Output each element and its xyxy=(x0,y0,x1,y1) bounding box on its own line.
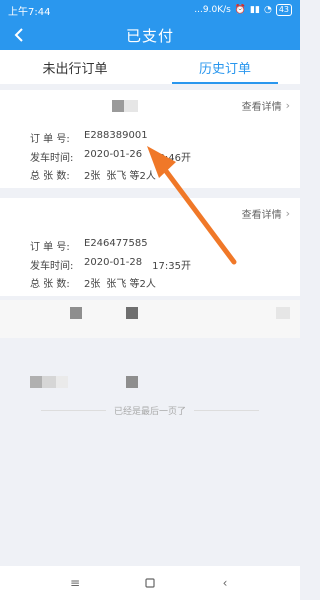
view-details-link[interactable]: 查看详情 › xyxy=(242,206,290,221)
departure-label: 发车时间: xyxy=(30,261,74,272)
order-number-label: 订 单 号: xyxy=(30,134,70,145)
blurred-region xyxy=(276,307,290,319)
blurred-region xyxy=(30,376,42,388)
wifi-icon: ◔ xyxy=(263,5,272,15)
back-arrow-icon[interactable] xyxy=(10,26,28,44)
blurred-region xyxy=(70,307,82,319)
alarm-icon: ⏰ xyxy=(234,5,247,15)
blurred-region xyxy=(42,376,56,388)
battery-icon: 43 xyxy=(275,4,292,16)
tab-history-orders[interactable]: 历史订单 xyxy=(150,50,300,84)
status-time: 上午7:44 xyxy=(8,6,51,18)
end-of-list-text: 已经是最后一页了 xyxy=(113,407,186,417)
departure-time: 17:35开 xyxy=(152,261,191,272)
order-tabs: 未出行订单 历史订单 xyxy=(0,50,300,84)
chevron-right-icon: › xyxy=(285,99,290,112)
system-nav-bar: ≡ ‹ xyxy=(0,566,300,600)
signal-icon: ▮▮ xyxy=(250,5,260,15)
blurred-region xyxy=(126,307,138,319)
page-title: 已支付 xyxy=(125,26,174,45)
divider xyxy=(194,410,259,411)
menu-icon[interactable]: ≡ xyxy=(65,573,85,593)
ticket-count-value: 2张 xyxy=(84,279,101,290)
ticket-count-label: 总 张 数: xyxy=(30,279,70,290)
order-number-row: 订 单 号: E246477585 xyxy=(30,238,148,253)
blurred-title xyxy=(124,100,138,112)
departure-date: 2020-01-26 xyxy=(84,149,143,160)
tab-upcoming-orders[interactable]: 未出行订单 xyxy=(0,50,150,84)
view-details-label: 查看详情 xyxy=(241,210,282,221)
app-bar: 已支付 xyxy=(0,20,300,50)
view-details-label: 查看详情 xyxy=(241,102,282,113)
nav-back-icon[interactable]: ‹ xyxy=(215,573,235,593)
order-card[interactable]: 查看详情 › 订 单 号: E246477585 发车时间: 2020-01-2… xyxy=(0,198,300,296)
status-indicators: ...9.0K/s ⏰ ▮▮ ◔ 43 xyxy=(194,4,292,16)
ticket-count-row: 总 张 数: 2张 张飞 等2人 xyxy=(30,167,156,182)
network-speed: ...9.0K/s xyxy=(194,5,231,15)
ticket-count-row: 总 张 数: 2张 张飞 等2人 xyxy=(30,275,156,290)
view-details-link[interactable]: 查看详情 › xyxy=(242,98,290,113)
departure-time: 08:46开 xyxy=(152,153,191,164)
divider xyxy=(40,410,106,411)
chevron-right-icon: › xyxy=(285,207,290,220)
departure-label: 发车时间: xyxy=(30,153,74,164)
departure-row: 发车时间: 2020-01-26 08:46开 xyxy=(30,149,191,164)
departure-row: 发车时间: 2020-01-28 17:35开 xyxy=(30,257,191,272)
blurred-region xyxy=(56,376,68,388)
order-number-row: 订 单 号: E288389001 xyxy=(30,130,148,145)
order-number-value: E246477585 xyxy=(84,238,148,249)
order-number-value: E288389001 xyxy=(84,130,148,141)
departure-date: 2020-01-28 xyxy=(84,257,143,268)
ticket-count-value: 2张 xyxy=(84,171,101,182)
blurred-title xyxy=(112,100,124,112)
order-number-label: 订 单 号: xyxy=(30,242,70,253)
passenger-names: 张飞 等2人 xyxy=(106,279,156,290)
status-bar: 上午7:44 ...9.0K/s ⏰ ▮▮ ◔ 43 xyxy=(0,0,300,20)
home-square-icon[interactable] xyxy=(140,573,160,593)
end-of-list-note: 已经是最后一页了 xyxy=(0,404,300,417)
passenger-names: 张飞 等2人 xyxy=(106,171,156,182)
order-card[interactable]: 查看详情 › 订 单 号: E288389001 发车时间: 2020-01-2… xyxy=(0,90,300,188)
blurred-region xyxy=(126,376,138,388)
blurred-region xyxy=(0,300,300,338)
ticket-count-label: 总 张 数: xyxy=(30,171,70,182)
